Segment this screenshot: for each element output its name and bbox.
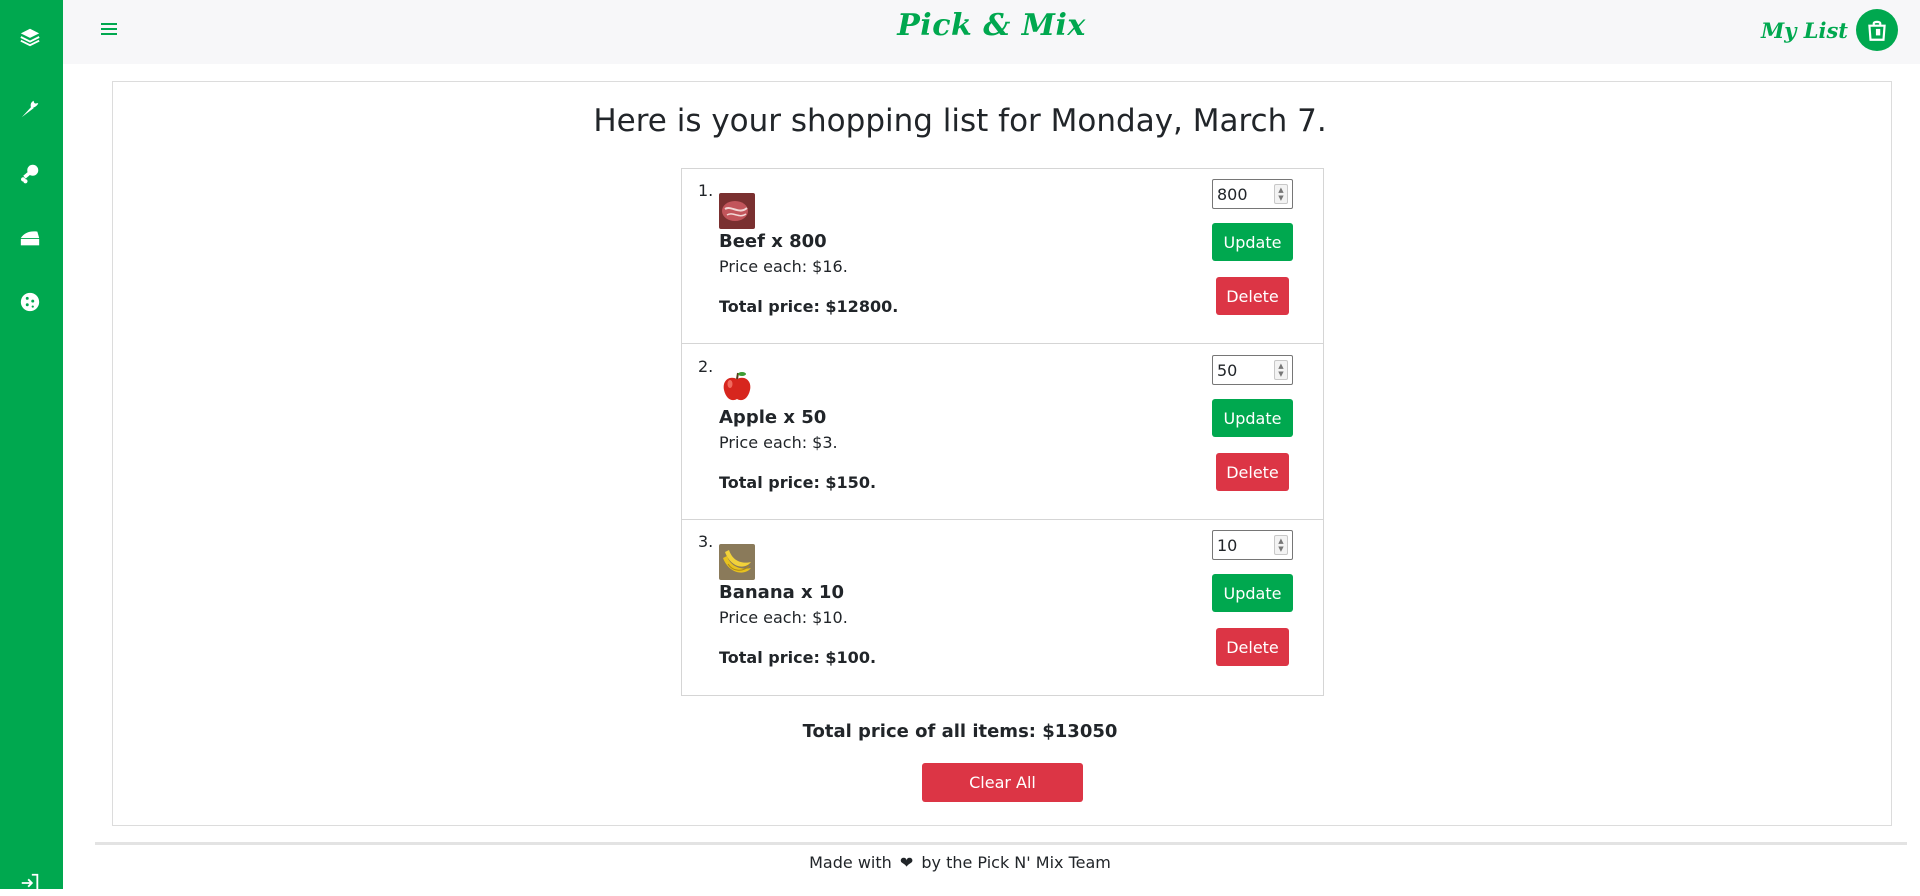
drumstick-icon[interactable] — [17, 160, 43, 186]
logout-icon[interactable] — [17, 870, 43, 896]
my-list-link[interactable]: My List — [1761, 9, 1898, 51]
quantity-value: 800 — [1217, 184, 1248, 204]
list-item: 1. Beef x 800 Price each: $16. Total pri… — [682, 169, 1323, 344]
shopping-list: 1. Beef x 800 Price each: $16. Total pri… — [681, 168, 1324, 696]
spinner-icon[interactable]: ▲ ▼ — [1274, 535, 1288, 555]
apple-image — [719, 369, 755, 405]
footer-text-after: by the Pick N' Mix Team — [921, 853, 1111, 872]
footer-divider — [95, 842, 1907, 845]
item-name: Banana x 10 — [719, 582, 844, 603]
quantity-input[interactable]: 50 ▲ ▼ — [1212, 355, 1293, 385]
shopping-bag-icon — [1856, 9, 1898, 51]
spinner-icon[interactable]: ▲ ▼ — [1274, 184, 1288, 204]
footer-text-before: Made with — [809, 853, 892, 872]
grand-total: Total price of all items: $13050 — [802, 721, 1118, 742]
cookie-icon[interactable] — [17, 289, 43, 315]
delete-button[interactable]: Delete — [1216, 277, 1289, 315]
delete-button[interactable]: Delete — [1216, 453, 1289, 491]
item-price-each: Price each: $3. — [719, 433, 838, 452]
quantity-value: 50 — [1217, 360, 1238, 380]
item-total-price: Total price: $100. — [719, 648, 877, 667]
update-button[interactable]: Update — [1212, 223, 1293, 261]
clear-all-button[interactable]: Clear All — [922, 763, 1083, 802]
item-price-each: Price each: $16. — [719, 257, 848, 276]
delete-button[interactable]: Delete — [1216, 628, 1289, 666]
top-navbar: Pick & Mix My List — [63, 0, 1920, 64]
list-item: 2. Apple x 50 Price each: $3. Total pric… — [682, 345, 1323, 520]
item-total-price: Total price: $12800. — [719, 297, 899, 316]
item-number: 2. — [698, 357, 714, 376]
page-title: Here is your shopping list for Monday, M… — [593, 103, 1327, 139]
quantity-value: 10 — [1217, 535, 1238, 555]
item-total-price: Total price: $150. — [719, 473, 877, 492]
layers-icon[interactable] — [17, 24, 43, 50]
item-number: 3. — [698, 532, 714, 551]
quantity-input[interactable]: 800 ▲ ▼ — [1212, 179, 1293, 209]
footer: Made with ❤ by the Pick N' Mix Team — [0, 853, 1920, 872]
banana-image — [719, 544, 755, 580]
brand-logo[interactable]: Pick & Mix — [63, 8, 1920, 43]
item-name: Beef x 800 — [719, 231, 827, 252]
update-button[interactable]: Update — [1212, 574, 1293, 612]
item-price-each: Price each: $10. — [719, 608, 848, 627]
spinner-icon[interactable]: ▲ ▼ — [1274, 360, 1288, 380]
beef-image — [719, 193, 755, 229]
update-button[interactable]: Update — [1212, 399, 1293, 437]
list-item: 3. Banana x 10 Price each: $10. Total pr… — [682, 520, 1323, 695]
cheese-icon[interactable] — [17, 225, 43, 251]
item-number: 1. — [698, 181, 714, 200]
my-list-label: My List — [1760, 17, 1848, 43]
quantity-input[interactable]: 10 ▲ ▼ — [1212, 530, 1293, 560]
item-name: Apple x 50 — [719, 407, 827, 428]
heart-icon: ❤ — [899, 853, 914, 872]
